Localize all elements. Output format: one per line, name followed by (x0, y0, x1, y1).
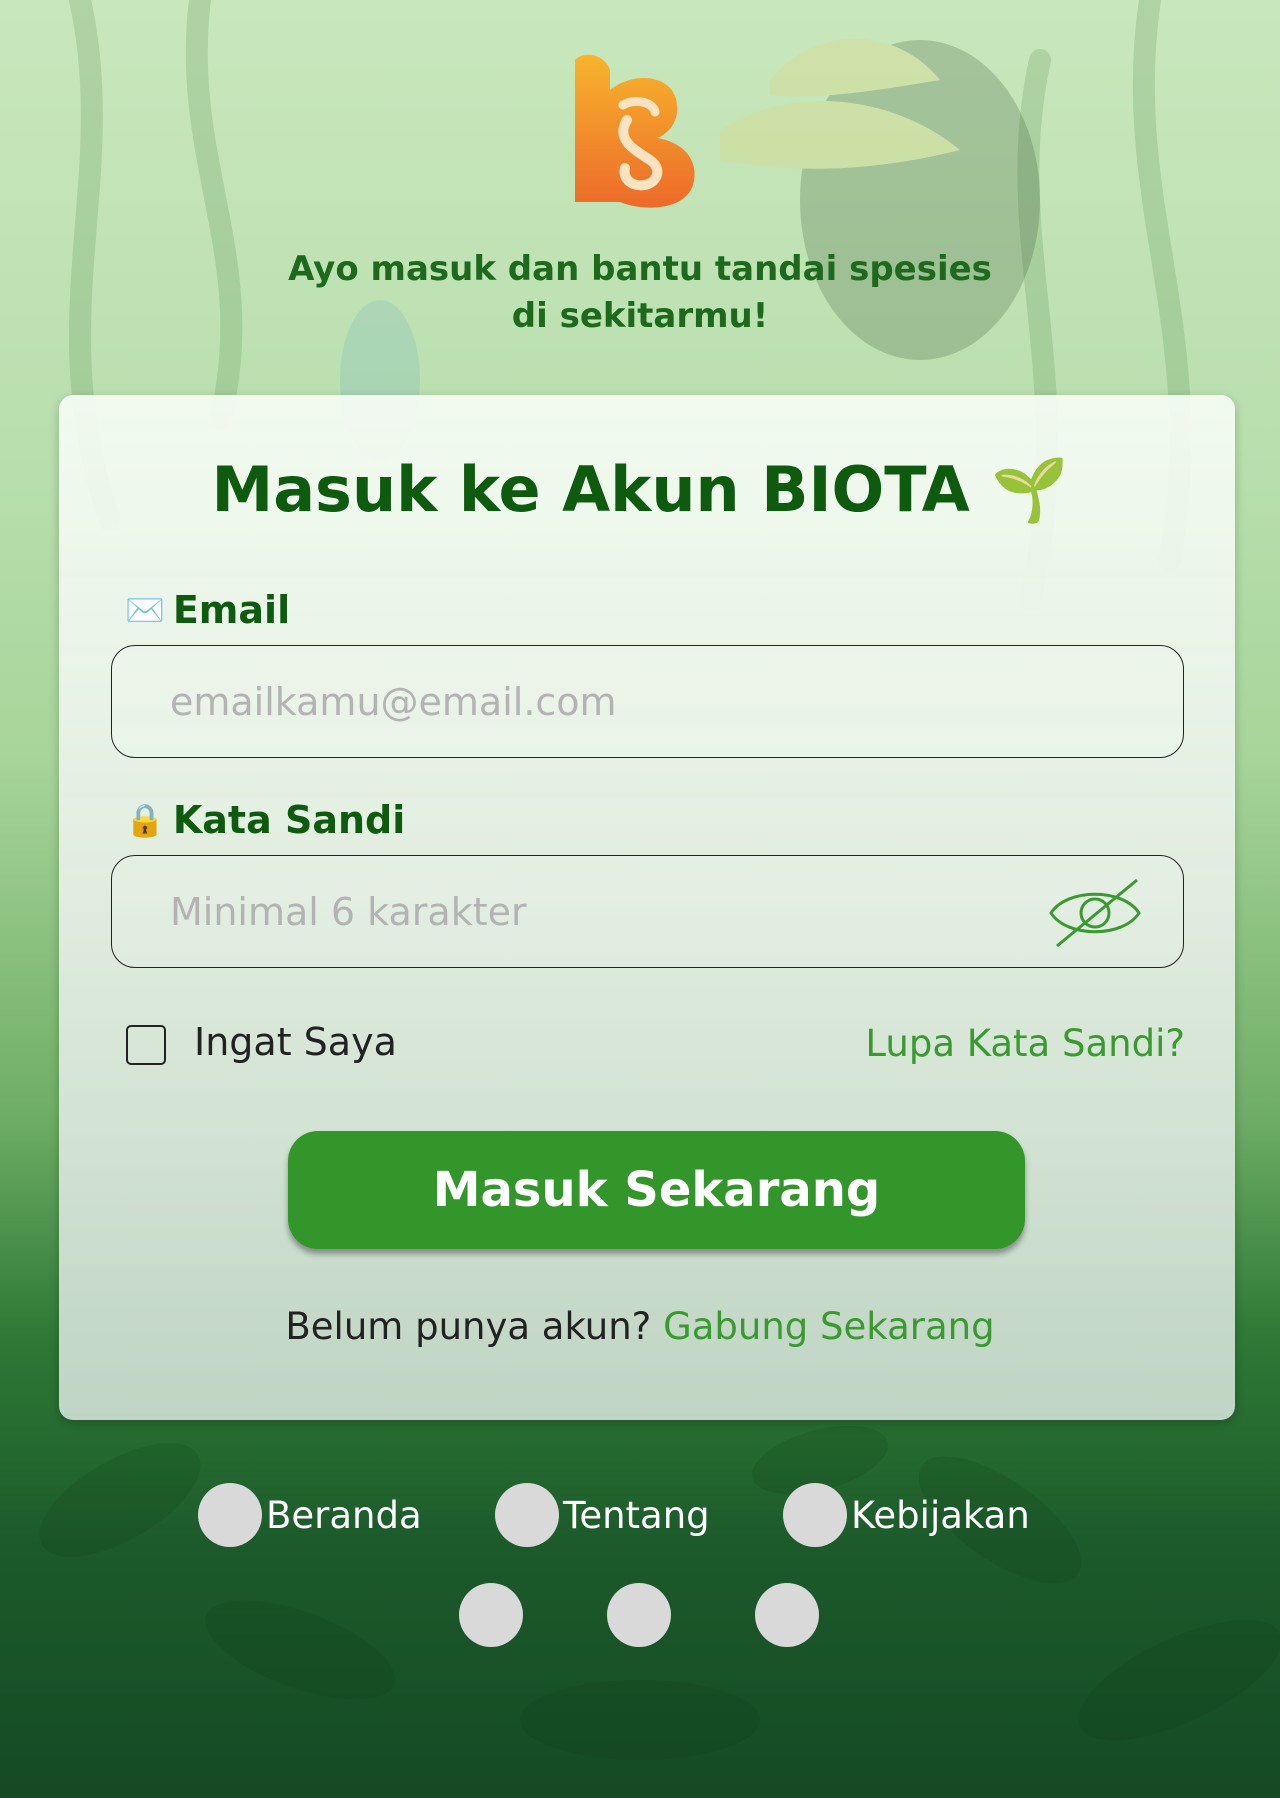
signup-prompt-text: Belum punya akun? (285, 1305, 652, 1348)
tagline-line-1: Ayo masuk dan bantu tandai spesies (288, 249, 992, 289)
login-button[interactable]: Masuk Sekarang (288, 1131, 1025, 1249)
social-icon-1[interactable] (459, 1583, 523, 1647)
remember-me-checkbox[interactable] (126, 1025, 166, 1065)
email-label: ✉️ Email (125, 588, 290, 632)
social-icon-3[interactable] (755, 1583, 819, 1647)
footer-link-label: Beranda (266, 1493, 422, 1537)
footer-link-label: Tentang (563, 1493, 710, 1537)
email-placeholder: emailkamu@email.com (170, 679, 617, 724)
info-icon (495, 1483, 559, 1547)
policy-icon (783, 1483, 847, 1547)
tagline: Ayo masuk dan bantu tandai spesies di se… (240, 246, 1040, 340)
password-field[interactable]: Minimal 6 karakter (111, 855, 1184, 968)
home-icon (198, 1483, 262, 1547)
password-placeholder: Minimal 6 karakter (170, 889, 527, 934)
signup-prompt: Belum punya akun? Gabung Sekarang (0, 1305, 1280, 1348)
password-label: 🔒 Kata Sandi (125, 798, 405, 842)
remember-me-label[interactable]: Ingat Saya (194, 1020, 397, 1064)
login-title: Masuk ke Akun BIOTA 🌱 (211, 453, 1069, 526)
envelope-icon: ✉️ (125, 591, 165, 629)
footer-link-kebijakan[interactable]: Kebijakan (783, 1483, 1030, 1547)
forgot-password-link[interactable]: Lupa Kata Sandi? (865, 1022, 1185, 1065)
eye-off-icon[interactable] (1047, 876, 1143, 950)
footer-link-label: Kebijakan (851, 1493, 1030, 1537)
password-label-text: Kata Sandi (172, 798, 406, 842)
tagline-line-2: di sekitarmu! (511, 296, 769, 336)
email-field[interactable]: emailkamu@email.com (111, 645, 1184, 758)
signup-link[interactable]: Gabung Sekarang (663, 1305, 995, 1348)
lock-icon: 🔒 (125, 801, 165, 839)
footer-link-beranda[interactable]: Beranda (198, 1483, 422, 1547)
social-icon-2[interactable] (607, 1583, 671, 1647)
biota-logo (575, 54, 695, 208)
footer-link-tentang[interactable]: Tentang (495, 1483, 710, 1547)
email-label-text: Email (172, 588, 291, 632)
